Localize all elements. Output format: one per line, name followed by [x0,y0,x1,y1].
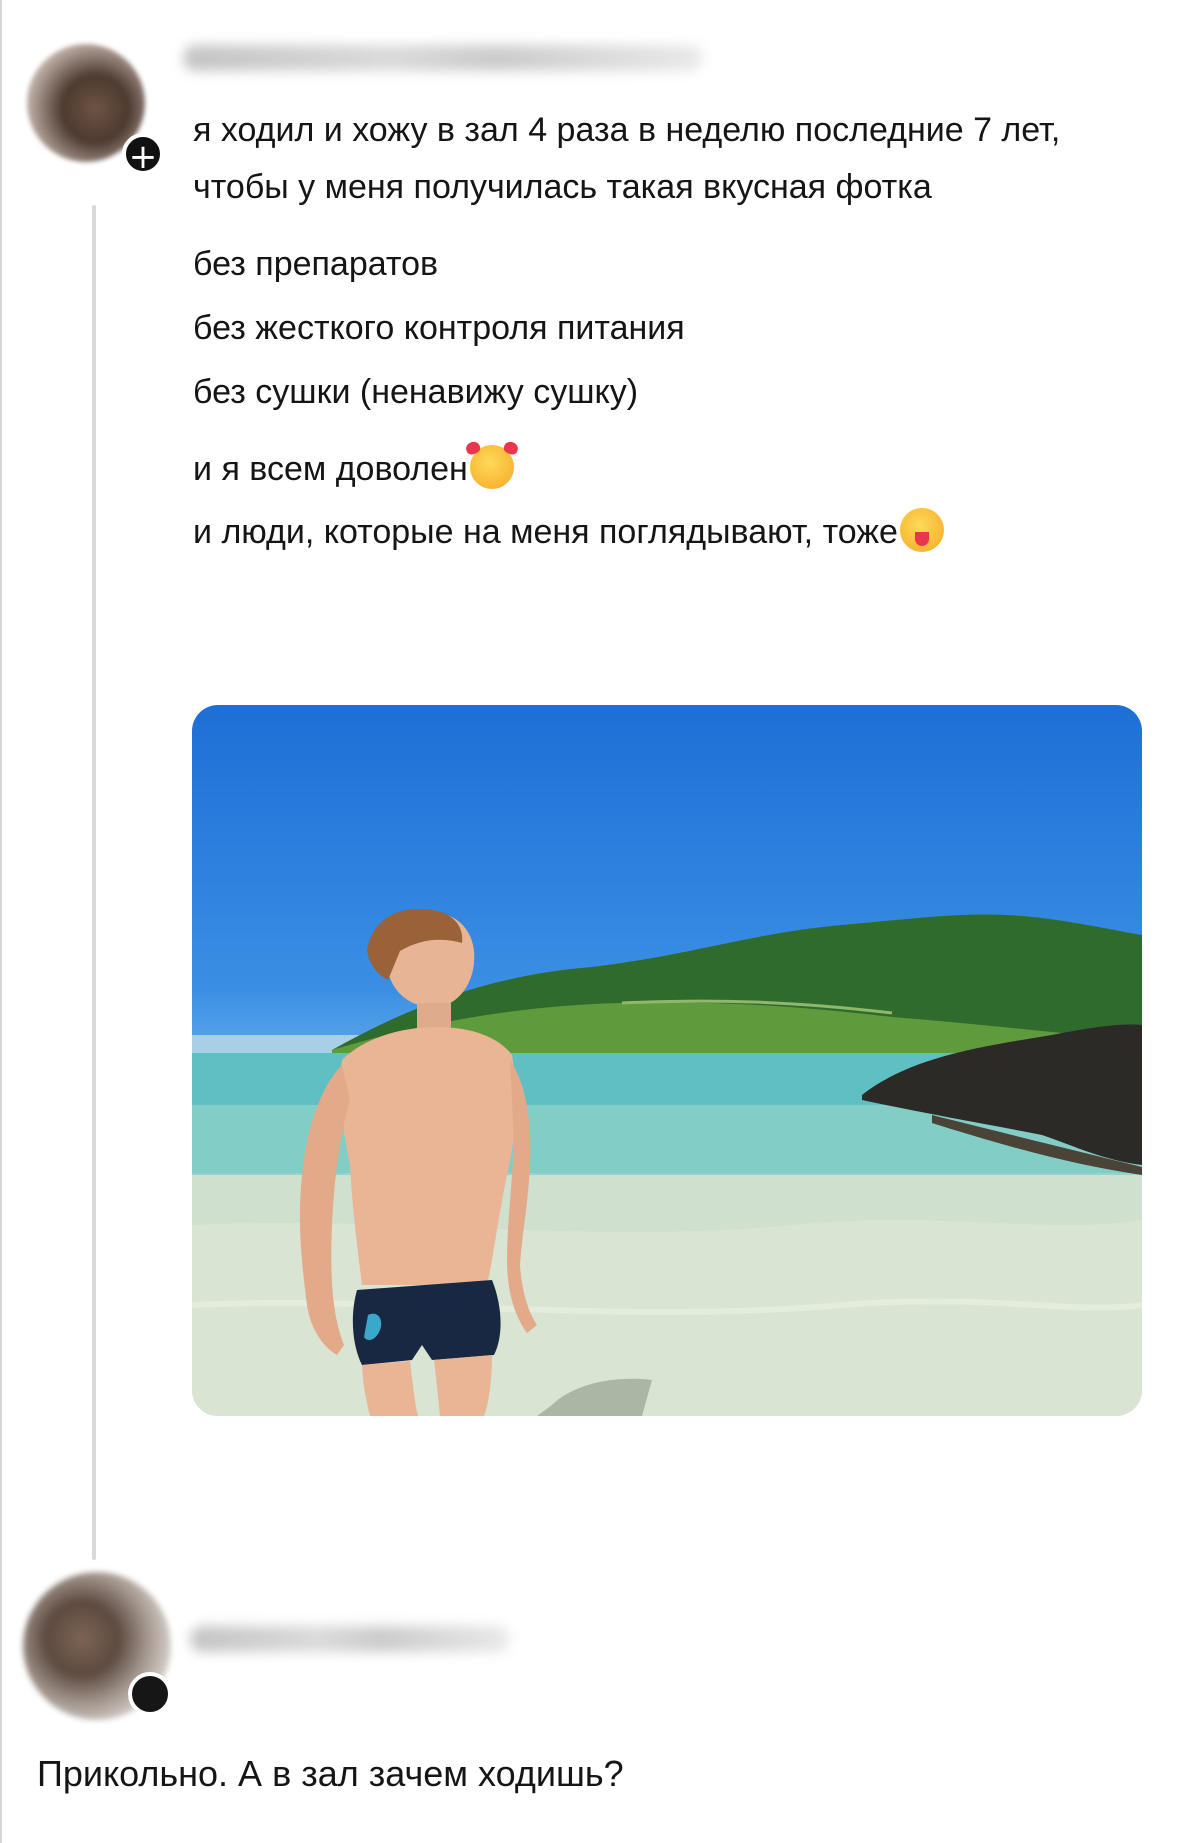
post-photo[interactable] [192,705,1142,1416]
face-with-tongue-emoji [899,508,944,552]
beach-scene-illustration [192,909,1142,1416]
commenter-username-blurred[interactable] [190,1626,510,1652]
follow-button[interactable]: + [122,133,164,177]
post-text: я ходил и хожу в зал 4 раза в неделю пос… [193,102,1133,561]
smiling-face-with-hearts-emoji [469,445,514,489]
post-line: и я всем доволен [193,450,468,488]
thread-line [92,205,96,1560]
post-line: без сушки (ненавижу сушку) [193,373,639,411]
post-line: я ходил и хожу в зал 4 раза в неделю пос… [193,111,1061,206]
comment-text: Прикольно. А в зал зачем ходишь? [37,1753,624,1794]
commenter-badge [128,1672,172,1716]
post-line: без жесткого контроля питания [193,309,685,347]
post-line: и люди, которые на меня поглядывают, тож… [193,513,898,551]
post-line: без препаратов [193,245,439,283]
plus-icon: + [128,137,158,177]
left-border [0,0,2,1843]
author-username-blurred[interactable] [183,45,703,71]
